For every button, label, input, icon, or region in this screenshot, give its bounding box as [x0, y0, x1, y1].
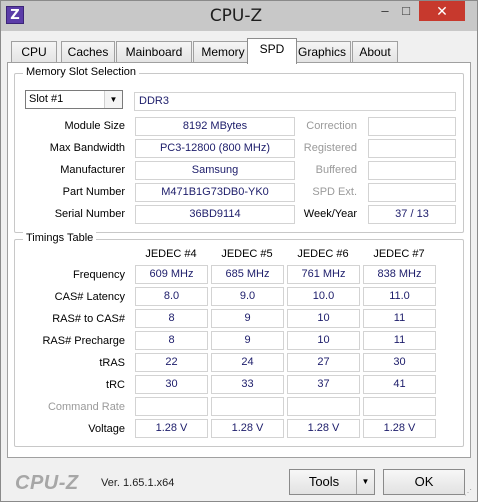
column-header-jedec6: JEDEC #6 [297, 248, 349, 260]
tab-memory[interactable]: Memory [193, 41, 253, 63]
column-header-jedec7: JEDEC #7 [373, 248, 425, 260]
timing-cell: 11 [363, 331, 436, 350]
module-size-value: 8192 MBytes [135, 117, 295, 136]
timings-group-title: Timings Table [23, 232, 97, 244]
column-header-jedec4: JEDEC #4 [145, 248, 197, 260]
timing-cell: 30 [135, 375, 208, 394]
timing-cell: 11 [363, 309, 436, 328]
memory-type-field: DDR3 [134, 92, 456, 111]
timing-cell: 37 [287, 375, 360, 394]
tab-spd[interactable]: SPD [247, 38, 297, 64]
tools-button-label: Tools [308, 474, 340, 489]
manufacturer-value: Samsung [135, 161, 295, 180]
timing-cell: 9 [211, 331, 284, 350]
chevron-down-icon: ▼ [104, 91, 122, 108]
spd-ext-label: SPD Ext. [312, 186, 357, 198]
manufacturer-label: Manufacturer [60, 164, 125, 176]
memory-slot-group: Memory Slot Selection Slot #1 ▼ DDR3 Mod… [14, 66, 464, 233]
frequency-label: Frequency [73, 269, 125, 281]
buffered-value [368, 161, 456, 180]
timing-cell: 1.28 V [135, 419, 208, 438]
correction-label: Correction [306, 120, 357, 132]
timing-cell: 761 MHz [287, 265, 360, 284]
timing-cell [287, 397, 360, 416]
week-year-label: Week/Year [303, 208, 357, 220]
maximize-button[interactable]: □ [393, 1, 419, 21]
slot-select-value: Slot #1 [29, 93, 64, 105]
cpuz-brand-logo: CPU-Z [15, 472, 79, 494]
serial-number-value: 36BD9114 [135, 205, 295, 224]
timings-group: Timings Table JEDEC #4 JEDEC #5 JEDEC #6… [14, 232, 464, 447]
timing-cell: 609 MHz [135, 265, 208, 284]
close-button[interactable]: ✕ [419, 1, 465, 21]
timing-cell [211, 397, 284, 416]
chevron-down-icon[interactable]: ▼ [356, 470, 374, 494]
ras-to-cas-label: RAS# to CAS# [52, 313, 125, 325]
ok-button[interactable]: OK [383, 469, 465, 495]
timing-cell: 8 [135, 331, 208, 350]
max-bandwidth-label: Max Bandwidth [49, 142, 125, 154]
timing-cell: 10 [287, 331, 360, 350]
timing-cell: 1.28 V [211, 419, 284, 438]
footer-bar: CPU-Z Ver. 1.65.1.x64 Tools ▼ OK ⋰ [1, 461, 477, 501]
timing-cell [135, 397, 208, 416]
slot-select[interactable]: Slot #1 ▼ [25, 90, 123, 109]
buffered-label: Buffered [315, 164, 357, 176]
spd-ext-value [368, 183, 456, 202]
timing-cell: 9.0 [211, 287, 284, 306]
command-rate-label: Command Rate [47, 401, 125, 413]
tab-mainboard[interactable]: Mainboard [116, 41, 192, 63]
column-header-jedec5: JEDEC #5 [221, 248, 273, 260]
version-label: Ver. 1.65.1.x64 [101, 477, 175, 489]
tras-label: tRAS [99, 357, 125, 369]
timing-cell: 24 [211, 353, 284, 372]
timing-cell: 41 [363, 375, 436, 394]
timing-cell: 8 [135, 309, 208, 328]
timing-cell: 27 [287, 353, 360, 372]
registered-value [368, 139, 456, 158]
voltage-label: Voltage [88, 423, 125, 435]
tab-graphics[interactable]: Graphics [293, 41, 351, 63]
part-number-value: M471B1G73DB0-YK0 [135, 183, 295, 202]
tools-button[interactable]: Tools ▼ [289, 469, 375, 495]
tab-cpu[interactable]: CPU [11, 41, 57, 63]
timing-cell: 685 MHz [211, 265, 284, 284]
cas-latency-label: CAS# Latency [54, 291, 125, 303]
timing-cell: 10 [287, 309, 360, 328]
timing-cell: 30 [363, 353, 436, 372]
timing-cell: 9 [211, 309, 284, 328]
timing-cell: 33 [211, 375, 284, 394]
timing-cell: 1.28 V [287, 419, 360, 438]
timing-cell: 1.28 V [363, 419, 436, 438]
module-size-label: Module Size [64, 120, 125, 132]
max-bandwidth-value: PC3-12800 (800 MHz) [135, 139, 295, 158]
correction-value [368, 117, 456, 136]
part-number-label: Part Number [62, 186, 125, 198]
registered-label: Registered [303, 142, 357, 154]
week-year-value: 37 / 13 [368, 205, 456, 224]
spd-panel: Memory Slot Selection Slot #1 ▼ DDR3 Mod… [7, 62, 471, 458]
timing-cell: 8.0 [135, 287, 208, 306]
timing-cell: 22 [135, 353, 208, 372]
trc-label: tRC [106, 379, 125, 391]
timing-cell: 838 MHz [363, 265, 436, 284]
memory-slot-group-title: Memory Slot Selection [23, 66, 140, 78]
tab-caches[interactable]: Caches [61, 41, 115, 63]
title-bar[interactable]: Z CPU-Z – □ ✕ [1, 1, 477, 31]
timing-cell: 10.0 [287, 287, 360, 306]
timing-cell [363, 397, 436, 416]
ras-precharge-label: RAS# Precharge [42, 335, 125, 347]
cpuz-window: Z CPU-Z – □ ✕ CPU Caches Mainboard Memor… [0, 0, 478, 502]
resize-grip-icon[interactable]: ⋰ [464, 488, 474, 498]
tab-about[interactable]: About [352, 41, 398, 63]
timing-cell: 11.0 [363, 287, 436, 306]
serial-number-label: Serial Number [54, 208, 125, 220]
